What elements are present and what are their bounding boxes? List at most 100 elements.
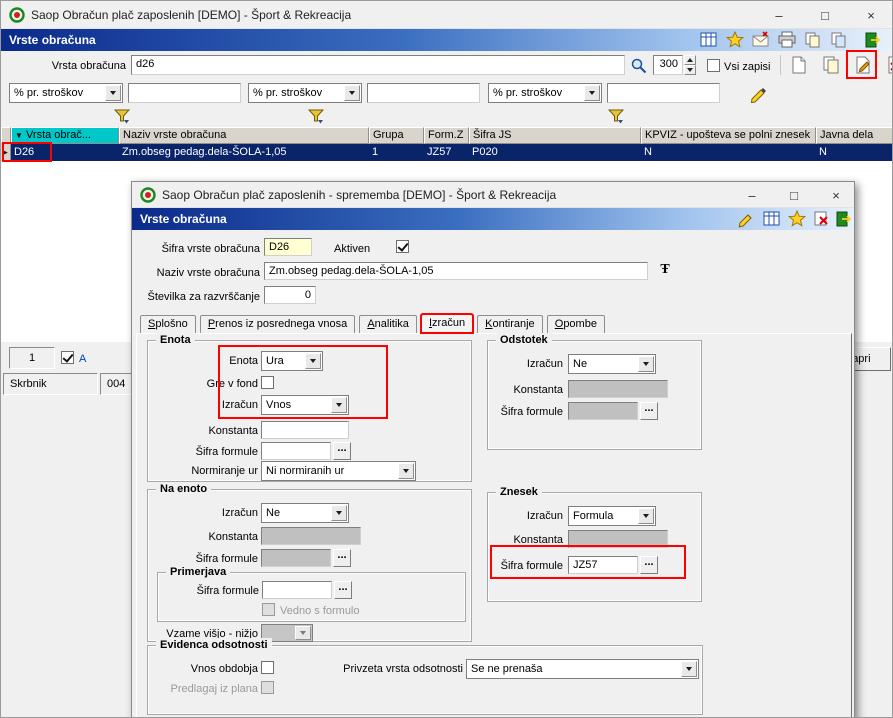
column-header-grupa[interactable]: Grupa [369, 127, 424, 144]
column-header-kpviz[interactable]: KPVIZ - upošteva se polni znesek [641, 127, 816, 144]
chevron-down-icon[interactable] [305, 353, 321, 369]
all-records-checkbox[interactable] [707, 59, 720, 72]
cmp-formula-browse-button[interactable]: ... [334, 581, 352, 599]
copy-icon[interactable] [803, 30, 823, 50]
table-cell-vrsta[interactable]: D26 [11, 144, 119, 161]
chevron-down-icon[interactable] [105, 85, 121, 101]
filter-funnel-icon[interactable] [307, 107, 325, 125]
name-input[interactable]: Zm.obseg pedag.dela-ŠOLA-1,05 [264, 262, 648, 280]
fund-label: Gre v fond [148, 377, 258, 391]
bottom-filter-checkbox[interactable] [61, 351, 74, 364]
table-icon[interactable] [762, 209, 782, 229]
all-records-label: Vsi zapisi [724, 60, 779, 74]
sort-order-input[interactable]: 0 [264, 286, 316, 304]
tab-analitika[interactable]: Analitika [359, 315, 417, 333]
const-input[interactable] [261, 421, 349, 439]
favorites-star-icon[interactable] [725, 30, 745, 50]
delete-record-icon[interactable] [883, 53, 893, 77]
close-icon[interactable]: × [848, 1, 893, 29]
paste-icon[interactable] [829, 30, 849, 50]
const-label: Konstanta [148, 424, 258, 438]
table-cell-javnadela[interactable]: N [816, 144, 893, 161]
column-header-naziv[interactable]: Naziv vrste obračuna [119, 127, 369, 144]
formula-browse-button[interactable]: ... [640, 556, 658, 574]
favorites-star-icon[interactable] [787, 209, 807, 229]
calc-select[interactable]: Formula [568, 506, 656, 526]
filter-funnel-icon[interactable] [113, 107, 131, 125]
active-checkbox[interactable] [396, 240, 409, 253]
record-limit-input[interactable]: 300 [653, 55, 683, 75]
maximize-icon[interactable]: □ [774, 182, 814, 208]
chevron-down-icon[interactable] [331, 397, 347, 413]
table-cell-naziv[interactable]: Zm.obseg pedag.dela-ŠOLA-1,05 [119, 144, 369, 161]
formula-browse-button[interactable]: ... [333, 442, 351, 460]
chevron-down-icon[interactable] [681, 661, 697, 677]
formula-input[interactable] [261, 442, 331, 460]
filter-input-3[interactable] [607, 83, 720, 103]
print-icon[interactable] [777, 30, 797, 50]
exit-book-icon[interactable] [863, 30, 883, 50]
filter-input-1[interactable] [128, 83, 241, 103]
column-header-sifrajs[interactable]: Šifra JS [469, 127, 641, 144]
search-label: Vrsta obračuna [1, 59, 126, 73]
filter-select-1[interactable]: % pr. stroškov [9, 83, 123, 103]
search-input[interactable]: d26 [131, 55, 625, 75]
unit-select[interactable]: Ura [261, 351, 323, 371]
tab-opombe[interactable]: Opombe [547, 315, 605, 333]
tab-izracun[interactable]: Izračun [421, 314, 473, 333]
suggest-plan-checkbox [261, 681, 274, 694]
cmp-formula-input[interactable] [262, 581, 332, 599]
cmp-formula-label: Šifra formule [158, 584, 259, 598]
filter-select-2[interactable]: % pr. stroškov [248, 83, 362, 103]
export-mail-icon[interactable] [751, 30, 771, 50]
formula-browse-button[interactable]: ... [640, 402, 658, 420]
edit-pencil-icon[interactable] [736, 209, 756, 229]
tab-splosno[interactable]: Splošno [140, 315, 196, 333]
table-cell-grupa[interactable]: 1 [369, 144, 424, 161]
table-cell-sifrajs[interactable]: P020 [469, 144, 641, 161]
chevron-down-icon[interactable] [638, 356, 654, 372]
filter-select-3[interactable]: % pr. stroškov [488, 83, 602, 103]
copy-record-icon[interactable] [819, 53, 843, 77]
column-header-javnadela[interactable]: Javna dela [816, 127, 893, 144]
chevron-down-icon[interactable] [398, 463, 414, 479]
tab-prenos[interactable]: Prenos iz posrednega vnosa [200, 315, 355, 333]
filter-funnel-icon[interactable] [607, 107, 625, 125]
fund-checkbox[interactable] [261, 376, 274, 389]
chevron-down-icon[interactable] [584, 85, 600, 101]
maximize-icon[interactable]: □ [802, 1, 848, 29]
cancel-book-icon[interactable] [812, 209, 832, 229]
exit-book-icon[interactable] [834, 209, 854, 229]
search-icon[interactable] [629, 56, 649, 76]
chevron-down-icon[interactable] [331, 505, 347, 521]
limit-down-icon[interactable] [684, 65, 696, 75]
period-entry-checkbox[interactable] [261, 661, 274, 674]
norm-select[interactable]: Ni normiranih ur [261, 461, 416, 481]
column-header-formz[interactable]: Form.Z [424, 127, 469, 144]
default-absence-select[interactable]: Se ne prenaša [466, 659, 699, 679]
calc-select[interactable]: Vnos [261, 395, 349, 415]
filter-input-2[interactable] [367, 83, 480, 103]
new-record-icon[interactable] [787, 53, 811, 77]
dialog-caption-title: Vrste obračuna [132, 212, 227, 226]
table-icon[interactable] [699, 30, 719, 50]
calc-label: Izračun [148, 398, 258, 412]
minimize-icon[interactable]: – [756, 1, 802, 29]
table-cell-kpviz[interactable]: N [641, 144, 816, 161]
tab-kontiranje[interactable]: Kontiranje [477, 315, 543, 333]
edit-record-icon[interactable] [851, 53, 875, 77]
code-input[interactable]: D26 [264, 238, 312, 256]
table-cell-formz[interactable]: JZ57 [424, 144, 469, 161]
chevron-down-icon[interactable] [638, 508, 654, 524]
calc-select[interactable]: Ne [568, 354, 656, 374]
formula-input[interactable]: JZ57 [568, 556, 638, 574]
font-icon[interactable]: Ŧ [656, 262, 674, 280]
column-header-vrsta[interactable]: ▼ Vrsta obrač... [11, 127, 119, 144]
minimize-icon[interactable]: – [732, 182, 772, 208]
close-icon[interactable]: × [816, 182, 855, 208]
limit-up-icon[interactable] [684, 55, 696, 65]
quick-filter-pencil-icon[interactable] [749, 84, 769, 104]
chevron-down-icon[interactable] [344, 85, 360, 101]
formula-browse-button[interactable]: ... [333, 549, 351, 567]
calc-select[interactable]: Ne [261, 503, 349, 523]
